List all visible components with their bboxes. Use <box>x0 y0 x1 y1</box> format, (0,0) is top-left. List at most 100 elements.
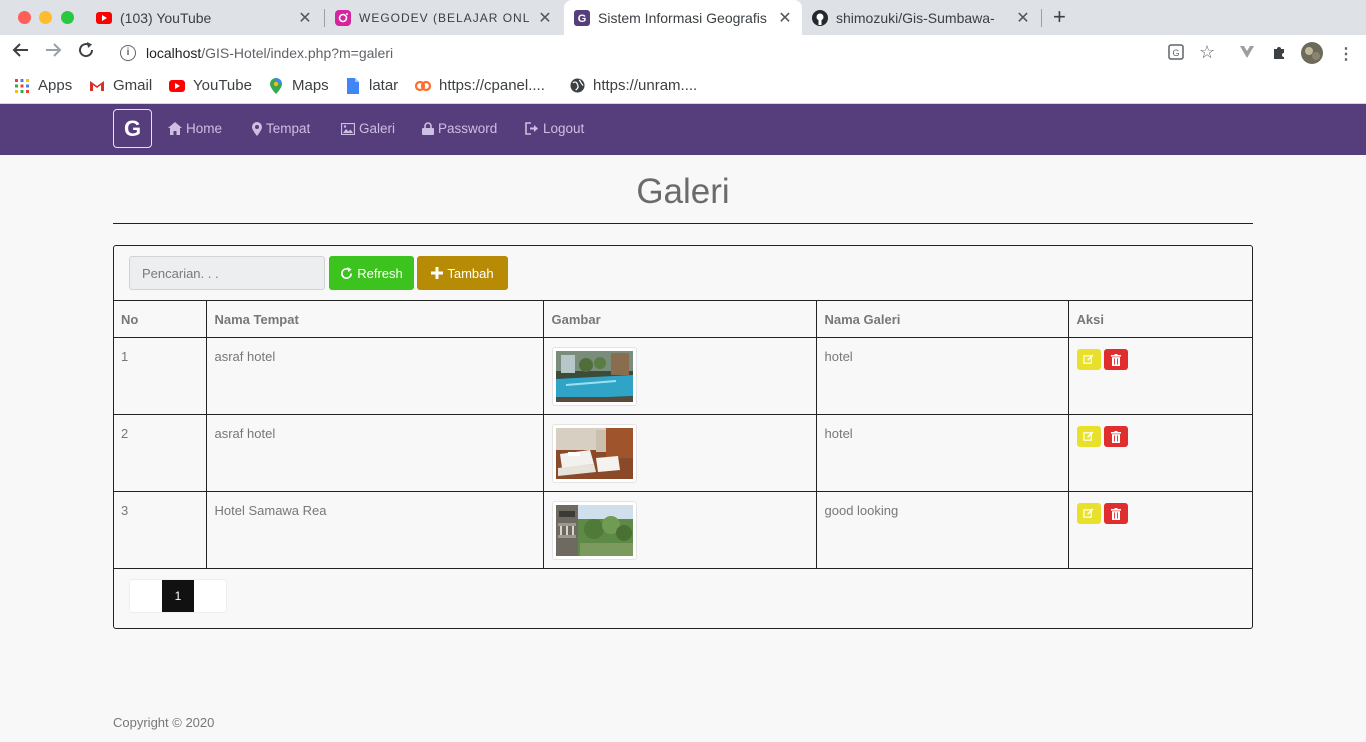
nav-home[interactable]: Home <box>168 121 222 136</box>
brand-logo[interactable]: G <box>113 109 152 148</box>
bookmark-star-icon[interactable]: ☆ <box>1199 42 1215 63</box>
bookmark-label: Maps <box>292 77 329 94</box>
profile-avatar[interactable] <box>1301 42 1323 69</box>
edit-button[interactable] <box>1076 503 1101 524</box>
bookmark-unram[interactable]: https://unram.... <box>569 77 697 94</box>
cell-nama-tempat: Hotel Samawa Rea <box>205 491 544 569</box>
trash-icon <box>1111 430 1122 443</box>
tab-title: shimozuki/Gis-Sumbawa- <box>836 9 995 26</box>
nav-password[interactable]: Password <box>422 121 497 136</box>
galeri-panel: Refresh Tambah No Nama Tempat Gambar Nam… <box>113 245 1253 629</box>
pagination-previous[interactable] <box>130 580 162 612</box>
bookmark-cpanel[interactable]: https://cpanel.... <box>415 77 545 94</box>
refresh-button[interactable]: Refresh <box>329 256 414 290</box>
browser-tab-instagram[interactable]: WEGODEV (BELAJAR ONLINE ✕ <box>326 0 562 35</box>
gis-favicon-icon: G <box>574 9 590 26</box>
app-navbar: G Home Tempat Galeri Password Logout <box>0 104 1366 155</box>
thumbnail-frame[interactable] <box>551 424 637 483</box>
delete-button[interactable] <box>1104 503 1129 524</box>
thumbnail-frame[interactable] <box>551 347 637 406</box>
footer-copyright: Copyright © 2020 <box>113 715 215 730</box>
instagram-icon <box>335 9 351 26</box>
forward-icon[interactable] <box>44 41 62 65</box>
close-tab-icon[interactable]: ✕ <box>536 8 554 28</box>
bookmark-apps[interactable]: Apps <box>14 77 72 94</box>
github-icon <box>812 9 828 26</box>
column-header-nama-galeri: Nama Galeri <box>815 300 1069 338</box>
cpanel-icon <box>415 78 431 94</box>
bookmark-label: Apps <box>38 77 73 94</box>
cell-no: 3 <box>113 491 207 569</box>
extensions-puzzle-icon[interactable] <box>1271 44 1287 65</box>
browser-tab-gis[interactable]: G Sistem Informasi Geografis ✕ <box>564 0 802 35</box>
translate-icon[interactable]: G <box>1168 44 1184 65</box>
bookmark-latar[interactable]: latar <box>345 77 398 94</box>
browser-tab-github[interactable]: shimozuki/Gis-Sumbawa- ✕ <box>802 0 1040 35</box>
nav-label: Galeri <box>359 121 396 136</box>
pagination-page-1[interactable]: 1 <box>162 580 194 612</box>
plus-icon <box>431 267 444 279</box>
close-tab-icon[interactable]: ✕ <box>296 8 314 28</box>
tab-title: Sistem Informasi Geografis <box>598 9 767 26</box>
close-tab-icon[interactable]: ✕ <box>776 8 794 28</box>
table-row: 2 asraf hotel hotel <box>113 414 1253 492</box>
tambah-button[interactable]: Tambah <box>417 256 508 290</box>
delete-button[interactable] <box>1104 426 1129 447</box>
pagination-next[interactable] <box>194 580 226 612</box>
table-row: 1 asraf hotel hotel <box>113 337 1253 415</box>
search-input[interactable] <box>129 256 325 290</box>
close-tab-icon[interactable]: ✕ <box>1014 8 1032 28</box>
nav-tempat[interactable]: Tempat <box>252 121 310 136</box>
window-minimize-button[interactable] <box>39 11 52 24</box>
nav-logout[interactable]: Logout <box>525 121 584 136</box>
address-bar[interactable]: i localhost/GIS-Hotel/index.php?m=galeri <box>108 38 1228 68</box>
cell-aksi <box>1067 337 1253 415</box>
window-close-button[interactable] <box>18 11 31 24</box>
browser-menu-icon[interactable]: ⋮ <box>1338 44 1354 64</box>
cell-no: 1 <box>113 337 207 415</box>
map-marker-icon <box>252 121 262 136</box>
bookmark-label: YouTube <box>193 77 252 94</box>
extension-vue-icon[interactable] <box>1239 44 1255 65</box>
new-tab-button[interactable]: + <box>1053 4 1066 30</box>
cell-aksi <box>1067 491 1253 569</box>
youtube-icon <box>169 78 185 94</box>
picture-icon <box>341 122 355 135</box>
globe-icon <box>569 78 585 94</box>
browser-tab-youtube[interactable]: (103) YouTube ✕ <box>86 0 322 35</box>
nav-galeri[interactable]: Galeri <box>341 121 395 136</box>
gmail-icon <box>89 78 105 94</box>
cell-gambar <box>542 491 817 569</box>
window-zoom-button[interactable] <box>61 11 74 24</box>
bedroom-photo <box>555 428 633 479</box>
youtube-icon <box>96 10 112 26</box>
document-icon <box>345 77 361 94</box>
galeri-table: No Nama Tempat Gambar Nama Galeri Aksi 1… <box>113 300 1253 569</box>
browser-tab-strip: (103) YouTube ✕ WEGODEV (BELAJAR ONLINE … <box>0 0 1366 35</box>
refresh-label: Refresh <box>357 265 403 281</box>
maps-pin-icon <box>268 77 284 94</box>
cell-no: 2 <box>113 414 207 492</box>
delete-button[interactable] <box>1104 349 1129 370</box>
cell-nama-galeri: hotel <box>815 414 1069 492</box>
bookmark-maps[interactable]: Maps <box>268 77 329 94</box>
table-header-row: No Nama Tempat Gambar Nama Galeri Aksi <box>113 300 1253 338</box>
back-icon[interactable] <box>12 41 30 65</box>
reload-icon[interactable] <box>77 41 95 65</box>
table-row: 3 Hotel Samawa Rea good looking <box>113 491 1253 569</box>
title-divider <box>113 223 1253 224</box>
cell-gambar <box>542 337 817 415</box>
svg-text:G: G <box>578 13 587 25</box>
edit-button[interactable] <box>1076 349 1101 370</box>
home-icon <box>168 122 182 135</box>
cell-gambar <box>542 414 817 492</box>
bookmark-gmail[interactable]: Gmail <box>89 77 152 94</box>
bookmark-youtube[interactable]: YouTube <box>169 77 252 94</box>
site-info-icon[interactable]: i <box>120 45 136 61</box>
column-header-aksi: Aksi <box>1067 300 1253 338</box>
edit-button[interactable] <box>1076 426 1101 447</box>
edit-icon <box>1083 508 1094 518</box>
thumbnail-frame[interactable] <box>551 501 637 560</box>
address-url: localhost/GIS-Hotel/index.php?m=galeri <box>146 45 393 61</box>
edit-icon <box>1083 354 1094 364</box>
